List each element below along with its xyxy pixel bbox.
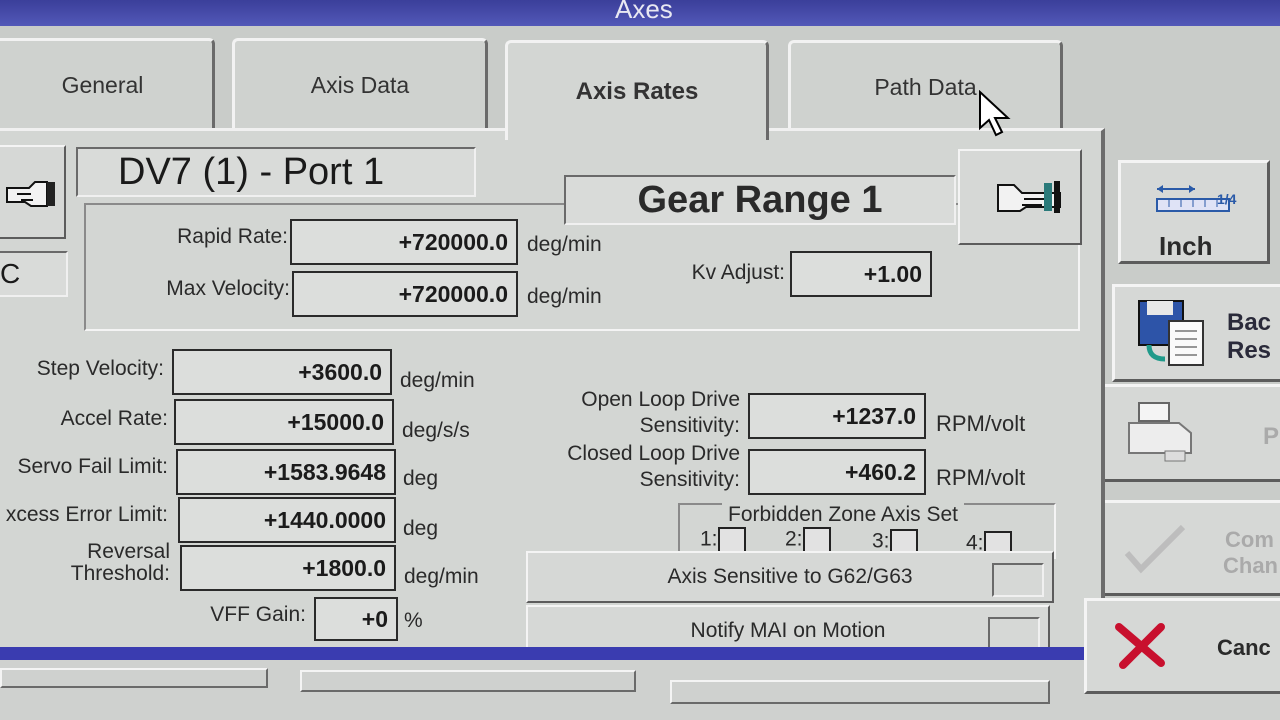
hand-pointer-right-icon — [997, 181, 1061, 213]
forbidden-zone-item-1-label: 1: — [700, 527, 718, 551]
bottom-slot-2[interactable] — [300, 670, 636, 692]
forbidden-zone-title: Forbidden Zone Axis Set — [722, 503, 964, 527]
inch-label: Inch — [1159, 231, 1213, 261]
forbidden-zone-checkbox-1[interactable] — [717, 527, 746, 553]
print-button[interactable]: P — [1100, 384, 1280, 482]
notify-mai-indicator — [988, 617, 1040, 651]
checkmark-icon — [1124, 524, 1186, 574]
print-label: P — [1263, 423, 1280, 450]
closed-loop-label-line2: Sensitivity: — [639, 468, 740, 491]
tab-path-data[interactable]: Path Data — [788, 40, 1063, 132]
cancel-button[interactable]: Canc — [1084, 598, 1280, 694]
tab-axis-rates-label: Axis Rates — [575, 77, 699, 105]
red-x-icon — [1115, 623, 1165, 669]
axis-rates-panel: C DV7 (1) - Port 1 Gear Range 1 Rapid Ra… — [0, 128, 1105, 668]
next-gear-range-button[interactable] — [958, 149, 1082, 245]
rapid-rate-field[interactable]: +720000.0 — [290, 219, 518, 265]
floppy-backup-icon — [1138, 300, 1204, 366]
kv-adjust-field[interactable]: +1.00 — [790, 251, 932, 297]
hand-pointer-left-icon — [6, 181, 55, 207]
open-loop-label-line2: Sensitivity: — [639, 414, 740, 437]
tab-general-label: General — [61, 72, 144, 98]
closed-loop-unit: RPM/volt — [936, 465, 1026, 490]
backup-restore-button[interactable]: Bac Res — [1112, 284, 1280, 382]
servo-fail-limit-field[interactable]: +1583.9648 — [176, 449, 396, 495]
forbidden-zone-item-2-label: 2: — [785, 527, 803, 551]
commit-label-line2: Chan — [1223, 553, 1278, 578]
forbidden-zone-item-1: 1: — [700, 527, 746, 553]
max-velocity-label: Max Velocity: — [166, 277, 290, 300]
bottom-slot-3[interactable] — [670, 680, 1050, 704]
tab-general[interactable]: General — [0, 38, 215, 130]
accel-rate-field[interactable]: +15000.0 — [174, 399, 394, 445]
reversal-threshold-label-line2: Threshold: — [70, 562, 170, 585]
g62-g63-label: Axis Sensitive to G62/G63 — [667, 565, 913, 588]
open-loop-label-line1: Open Loop Drive — [581, 388, 740, 411]
tab-axis-data-label: Axis Data — [310, 72, 410, 98]
tab-path-data-label: Path Data — [874, 74, 977, 100]
servo-fail-limit-unit: deg — [403, 467, 439, 490]
step-velocity-label: Step Velocity: — [36, 357, 164, 380]
axis-letter-field: C — [0, 251, 68, 297]
closed-loop-label-line1: Closed Loop Drive — [567, 442, 740, 465]
notify-mai-label: Notify MAI on Motion — [690, 619, 886, 642]
forbidden-zone-item-2: 2: — [785, 527, 831, 553]
max-velocity-field[interactable]: +720000.0 — [292, 271, 518, 317]
excess-error-limit-unit: deg — [403, 517, 439, 540]
excess-error-limit-field[interactable]: +1440.0000 — [178, 497, 396, 543]
window-title: Axes — [615, 0, 673, 24]
cancel-label: Canc — [1217, 635, 1271, 660]
tab-axis-rates[interactable]: Axis Rates — [505, 40, 769, 140]
gear-range-display: Gear Range 1 — [564, 175, 956, 225]
max-velocity-unit: deg/min — [527, 285, 602, 308]
g62-g63-indicator — [992, 563, 1044, 597]
closed-loop-label: Closed Loop Drive Sensitivity: — [510, 441, 740, 493]
vff-gain-label: VFF Gain: — [210, 603, 306, 626]
forbidden-zone-checkbox-2[interactable] — [802, 527, 831, 553]
inch-button[interactable]: 1/4 Inch — [1118, 160, 1270, 264]
bottom-slot-1[interactable] — [0, 668, 268, 688]
backup-label-line2: Res — [1227, 337, 1272, 364]
rapid-rate-unit: deg/min — [527, 233, 602, 256]
axis-name-display: DV7 (1) - Port 1 — [76, 147, 476, 197]
rapid-rate-label: Rapid Rate: — [177, 225, 288, 248]
closed-loop-field[interactable]: +460.2 — [748, 449, 926, 495]
reversal-threshold-label: Reversal Threshold: — [40, 541, 170, 585]
printer-icon — [1128, 402, 1192, 462]
mouse-cursor-icon — [979, 90, 1011, 137]
open-loop-unit: RPM/volt — [936, 411, 1026, 436]
axis-letter: C — [0, 258, 21, 289]
vff-gain-unit: % — [404, 609, 423, 632]
g62-g63-toggle-button[interactable]: Axis Sensitive to G62/G63 — [526, 551, 1054, 603]
reversal-threshold-field[interactable]: +1800.0 — [180, 545, 396, 591]
prev-axis-button[interactable] — [0, 145, 66, 239]
excess-error-limit-label: xcess Error Limit: — [5, 503, 168, 526]
gear-range: Gear Range 1 — [637, 178, 883, 221]
backup-label-line1: Bac — [1227, 309, 1272, 336]
commit-changes-button[interactable]: Com Chan — [1090, 500, 1280, 596]
reversal-threshold-label-line1: Reversal — [87, 540, 170, 563]
forbidden-zone-item-3-label: 3: — [872, 529, 890, 553]
open-loop-label: Open Loop Drive Sensitivity: — [520, 387, 740, 439]
step-velocity-unit: deg/min — [400, 369, 475, 392]
vff-gain-field[interactable]: +0 — [314, 597, 398, 641]
accel-rate-unit: deg/s/s — [402, 419, 470, 442]
axis-name: DV7 (1) - Port 1 — [118, 150, 385, 193]
open-loop-field[interactable]: +1237.0 — [748, 393, 926, 439]
window-titlebar: Axes — [0, 0, 1280, 26]
kv-adjust-label: Kv Adjust: — [691, 261, 785, 284]
servo-fail-limit-label: Servo Fail Limit: — [17, 455, 168, 478]
accel-rate-label: Accel Rate: — [60, 407, 168, 430]
inch-fraction: 1/4 — [1217, 191, 1237, 207]
tab-axis-data[interactable]: Axis Data — [232, 38, 488, 130]
reversal-threshold-unit: deg/min — [404, 565, 479, 588]
commit-label-line1: Com — [1225, 527, 1274, 552]
step-velocity-field[interactable]: +3600.0 — [172, 349, 392, 395]
